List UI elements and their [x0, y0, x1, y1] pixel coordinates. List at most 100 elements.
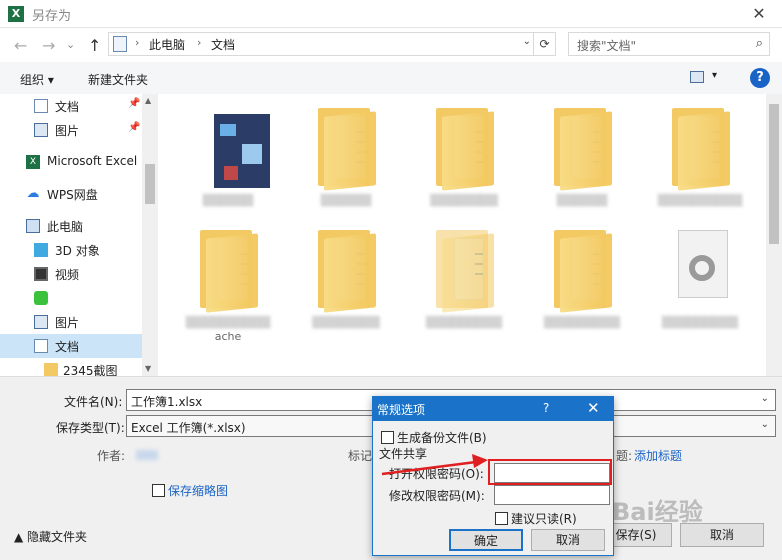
- ok-button[interactable]: 确定: [449, 529, 523, 551]
- filetype-value: Excel 工作簿(*.xlsx): [131, 421, 246, 435]
- grid-scrollbar[interactable]: [766, 94, 782, 376]
- breadcrumb-separator: ›: [135, 36, 140, 49]
- item-name: ▒▒▒▒▒▒▒▒: [312, 316, 380, 329]
- pin-icon[interactable]: 📌: [128, 122, 140, 133]
- thumbnail-label[interactable]: 保存缩略图: [168, 482, 228, 499]
- item-name: ▒▒▒▒▒▒▒▒▒: [543, 316, 621, 329]
- app-icon: [34, 291, 48, 305]
- sidebar-scrollbar[interactable]: ▲ ▼: [142, 94, 158, 376]
- sidebar-item-3d-objects[interactable]: 3D 对象: [0, 238, 142, 262]
- item-name: ▒▒▒▒▒▒: [320, 194, 372, 207]
- scrollbar-thumb[interactable]: [769, 104, 779, 244]
- modify-password-field[interactable]: [494, 485, 610, 505]
- view-icon[interactable]: [690, 71, 704, 83]
- file-sharing-label: 文件共享: [379, 447, 428, 461]
- item-name: ▒▒▒▒▒▒▒▒▒: [661, 316, 739, 329]
- recent-dropdown-icon[interactable]: ⌄: [66, 38, 75, 51]
- excel-app-icon: X: [8, 6, 24, 22]
- item-name-tail: ache: [214, 330, 242, 343]
- item-name: ▒▒▒▒▒▒: [556, 194, 608, 207]
- scrollbar-thumb[interactable]: [145, 164, 155, 204]
- scroll-down-icon[interactable]: ▼: [145, 364, 151, 373]
- dialog-help-button[interactable]: ?: [543, 401, 549, 415]
- sidebar-item-label: 3D 对象: [55, 244, 100, 258]
- sidebar-item-this-pc[interactable]: 此电脑: [0, 214, 142, 238]
- sidebar-item-app[interactable]: [0, 286, 142, 310]
- thumbnail-checkbox[interactable]: [152, 484, 165, 497]
- computer-icon: [26, 219, 40, 233]
- help-button[interactable]: ?: [750, 68, 770, 88]
- excel-icon: X: [26, 155, 40, 169]
- search-input[interactable]: 搜索"文档" ⌕: [568, 32, 770, 56]
- search-placeholder: 搜索"文档": [577, 39, 637, 53]
- grid-item[interactable]: [288, 362, 398, 376]
- item-name: ▒▒▒▒▒▒: [202, 194, 254, 207]
- chevron-down-icon[interactable]: ⌄: [761, 419, 769, 430]
- new-folder-button[interactable]: 新建文件夹: [88, 71, 148, 88]
- author-value[interactable]: [136, 450, 158, 460]
- scroll-up-icon[interactable]: ▲: [145, 96, 151, 105]
- filetype-label: 保存类型(T):: [56, 421, 125, 435]
- address-dropdown-icon[interactable]: ⌄: [523, 36, 531, 47]
- grid-item[interactable]: ▒▒▒▒▒▒▒▒: [288, 216, 398, 334]
- sidebar-item-pictures[interactable]: 图片: [0, 310, 142, 334]
- address-bar[interactable]: › 此电脑 › 文档 ⌄ ⟳: [108, 32, 556, 56]
- modify-password-label: 修改权限密码(M):: [389, 489, 485, 503]
- folder-icon: [436, 108, 498, 191]
- sidebar-item-pictures-pinned[interactable]: 图片 📌: [0, 118, 142, 142]
- grid-item[interactable]: ▒▒▒▒▒▒: [524, 94, 634, 212]
- close-button[interactable]: ✕: [736, 0, 782, 28]
- breadcrumb-documents[interactable]: 文档: [211, 36, 235, 53]
- grid-item[interactable]: ▒▒▒▒▒▒▒▒▒▒ ache: [170, 216, 280, 356]
- sidebar-item-2345-screenshots[interactable]: 2345截图: [0, 358, 142, 376]
- dialog-cancel-button[interactable]: 取消: [531, 529, 605, 551]
- forward-button[interactable]: →: [42, 36, 55, 55]
- sidebar-item-wps-cloud[interactable]: ☁ WPS网盘: [0, 182, 142, 206]
- search-icon[interactable]: ⌕: [756, 36, 763, 51]
- organize-button[interactable]: 组织 ▾: [20, 71, 54, 88]
- view-dropdown-icon[interactable]: ▾: [712, 70, 717, 81]
- picture-icon: [34, 123, 48, 137]
- folder-icon: [436, 230, 498, 313]
- back-button[interactable]: ←: [14, 36, 27, 55]
- sidebar-item-label: 文档: [55, 340, 80, 354]
- cube-icon: [34, 243, 48, 257]
- grid-item[interactable]: ▒▒▒▒▒▒: [288, 94, 398, 212]
- grid-item[interactable]: ▒▒▒▒▒▒▒▒▒: [524, 216, 634, 334]
- grid-item[interactable]: [406, 362, 516, 376]
- grid-item[interactable]: ▒▒▒▒▒▒: [170, 94, 280, 212]
- pin-icon[interactable]: 📌: [128, 98, 140, 109]
- grid-item[interactable]: ▒▒▒▒▒▒▒▒: [406, 94, 516, 212]
- sidebar-item-excel[interactable]: X Microsoft Excel: [0, 150, 142, 174]
- folder-icon: [554, 230, 616, 313]
- grid-item[interactable]: ▒▒▒▒▒▒▒▒▒: [642, 216, 752, 334]
- folder-icon: [44, 363, 58, 376]
- grid-item[interactable]: ▒▒▒▒▒▒▒▒▒: [406, 216, 516, 334]
- filename-label: 文件名(N):: [64, 395, 123, 409]
- up-button[interactable]: ↑: [88, 36, 101, 55]
- dialog-close-button[interactable]: ✕: [587, 399, 600, 417]
- hide-folders-button[interactable]: ▲ 隐藏文件夹: [14, 528, 87, 545]
- readonly-checkbox[interactable]: [495, 512, 508, 525]
- refresh-button[interactable]: ⟳: [533, 32, 555, 56]
- sidebar-item-label: 此电脑: [47, 220, 84, 234]
- breadcrumb-this-pc[interactable]: 此电脑: [149, 36, 185, 53]
- chevron-down-icon[interactable]: ⌄: [761, 393, 769, 404]
- video-icon: [34, 267, 48, 281]
- file-grid: ▒▒▒▒▒▒ ▒▒▒▒▒▒ ▒▒▒▒▒▒▒▒ ▒▒▒▒▒▒ ▒▒▒▒▒▒▒▒▒▒…: [160, 94, 765, 376]
- window-title: 另存为: [32, 9, 72, 24]
- sidebar-item-documents-pinned[interactable]: 文档 📌: [0, 94, 142, 118]
- backup-checkbox[interactable]: [381, 431, 394, 444]
- grid-item[interactable]: ▒▒▒▒▒▒▒▒▒▒: [642, 94, 752, 212]
- sidebar-item-label: 2345截图: [63, 364, 118, 376]
- sidebar-item-label: 图片: [55, 124, 80, 138]
- sidebar-item-videos[interactable]: 视频: [0, 262, 142, 286]
- add-title-link[interactable]: 添加标题: [634, 447, 682, 464]
- breadcrumb-separator: ›: [197, 36, 202, 49]
- sidebar-item-documents[interactable]: 文档: [0, 334, 142, 358]
- sidebar-item-label: 视频: [55, 268, 80, 282]
- sidebar-item-label: Microsoft Excel: [47, 154, 138, 168]
- document-icon: [34, 99, 48, 113]
- readonly-label: 建议只读(R): [511, 512, 577, 526]
- folder-icon: [672, 108, 734, 191]
